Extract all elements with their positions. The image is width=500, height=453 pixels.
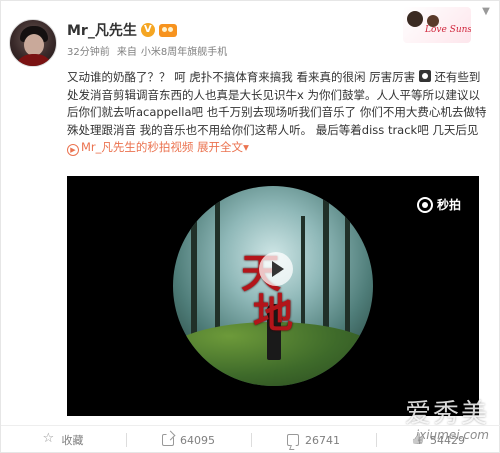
post-text: 又动谁的奶酪了？？ 呵 虎扑不搞体育来搞我 看来真的很闲 厉害厉害 还有些到处发… [67,69,491,157]
share-count: 64095 [180,433,215,447]
favorite-label: 收藏 [61,434,84,447]
vip-badge-icon[interactable] [158,23,177,37]
like-count: 54429 [430,433,465,447]
star-icon [43,431,56,446]
play-button-icon[interactable] [259,252,293,286]
username-row: Mr_凡先生 V [67,20,177,40]
share-icon [162,434,174,446]
miaopai-logo: 秒拍 [416,196,461,213]
sticker-text: Love Sunshine [425,25,471,35]
comment-button[interactable]: 26741 [251,426,376,453]
sticker-face-1 [407,11,423,27]
video-link-icon[interactable]: ▶ [67,144,79,156]
comment-icon [287,434,299,446]
verified-icon[interactable]: V [140,23,155,37]
chevron-down-icon: ▾ [243,140,249,154]
expand-full-text-link[interactable]: 展开全文▾ [197,140,249,154]
source-prefix: 来自 [116,47,137,58]
thumbs-up-emoji-icon [418,70,431,82]
action-bar: 收藏 64095 26741 54429 [1,425,500,453]
post-text-part1: 又动谁的奶酪了？？ 呵 虎扑不搞体育来搞我 看来真的很闲 厉害厉害 [67,70,416,84]
share-button[interactable]: 64095 [126,426,251,453]
weibo-post-card: ▼ Love Sunshine Mr_凡先生 V 32分钟前 来自小米8周年旗舰… [0,0,500,453]
more-options-icon[interactable]: ▼ [479,7,493,17]
sticker-image: Love Sunshine [403,7,471,43]
username-link[interactable]: Mr_凡先生 [67,20,137,40]
post-meta: 32分钟前 来自 小米8周年旗舰手机 [67,43,231,58]
miaopai-logo-text: 秒拍 [436,198,461,212]
favorite-button[interactable]: 收藏 [1,426,126,453]
thumbs-up-icon [412,434,424,446]
post-time[interactable]: 32分钟前 [67,47,110,58]
video-player[interactable]: 秒拍 天 地 [67,176,479,416]
miaopai-logo-icon [416,196,433,213]
video-link[interactable]: Mr_凡先生的秒拍视频 [81,140,193,154]
video-title-char-2: 地 [253,290,293,337]
post-source[interactable]: 小米8周年旗舰手机 [141,47,227,58]
avatar[interactable] [9,19,57,67]
video-thumbnail[interactable]: 天 地 [173,186,373,386]
comment-count: 26741 [305,433,340,447]
like-button[interactable]: 54429 [376,426,500,453]
